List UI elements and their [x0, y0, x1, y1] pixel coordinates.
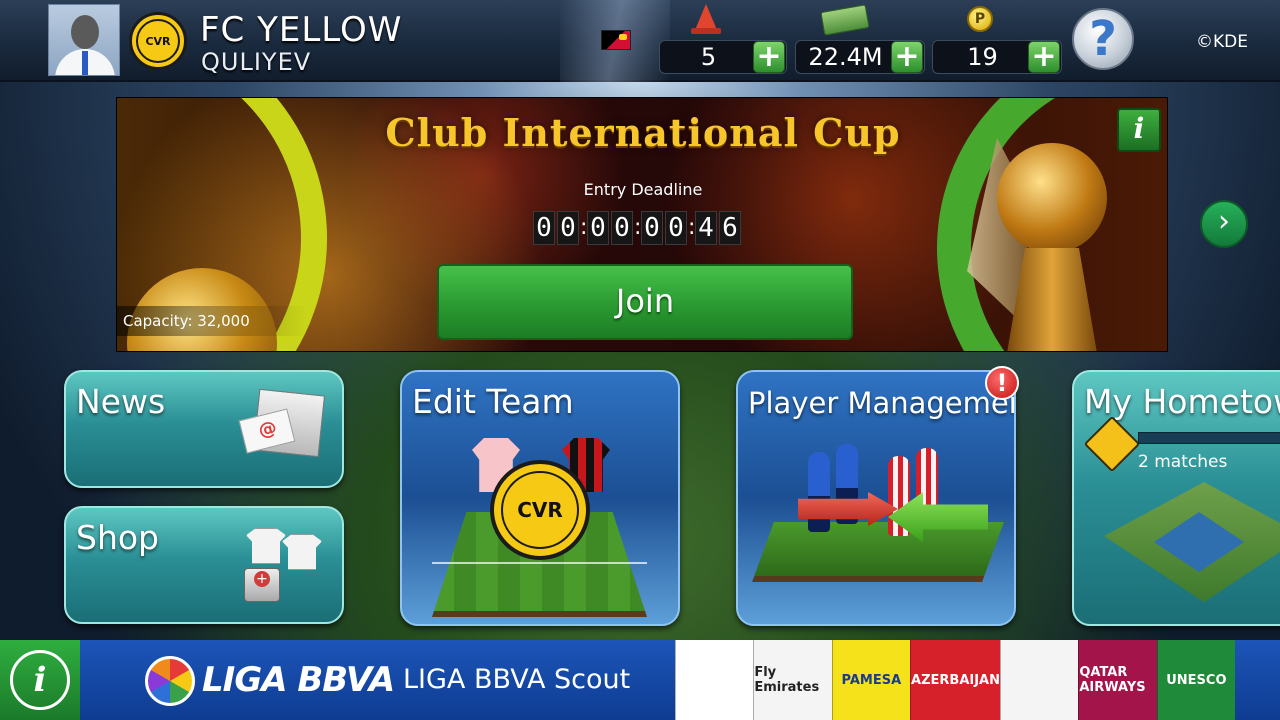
info-icon: i [10, 650, 70, 710]
club-crest-icon[interactable]: CVR [129, 12, 187, 70]
pitch-line [432, 562, 647, 564]
coin-symbol: P [967, 6, 993, 32]
timer-digit: 0 [533, 211, 555, 245]
matches-remaining: 2 matches [1138, 452, 1228, 472]
timer-digit: 0 [587, 211, 609, 245]
cone-shape [695, 4, 717, 30]
shop-tile[interactable]: Shop [64, 506, 344, 624]
club-kit-image: UNESCO [1156, 640, 1236, 720]
club-kit-image [675, 640, 754, 720]
timer-digit: 0 [641, 211, 663, 245]
player-management-tile[interactable]: Player Management [736, 370, 1016, 626]
edit-team-label: Edit Team [412, 382, 574, 421]
cone-icon [691, 4, 721, 34]
hometown-progress-bar [1138, 432, 1280, 444]
copyright-text: ©KDE [1196, 32, 1248, 52]
news-tile[interactable]: News [64, 370, 344, 488]
shirt-icon [246, 528, 286, 564]
timer-digit: 0 [611, 211, 633, 245]
shirt-icon [282, 534, 322, 570]
timer-separator: : [580, 215, 588, 240]
construction-sign-icon [1083, 415, 1141, 473]
cash-shape [820, 4, 870, 36]
news-label: News [76, 382, 166, 421]
hometown-tile[interactable]: My Hometown 2 matches [1072, 370, 1280, 626]
cash-counter: 22.4M + [795, 40, 925, 74]
banner-next-arrow-icon[interactable]: › [1200, 200, 1248, 248]
club-kit-image: PAMESA [831, 640, 911, 720]
cones-value: 5 [700, 43, 717, 71]
avatar-tie [82, 51, 88, 75]
club-kit-image: QATAR AIRWAYS [1078, 640, 1157, 720]
help-button[interactable]: ? [1072, 8, 1134, 70]
liga-bbva-wordmark: LIGA BBVA [202, 660, 395, 700]
points-counter: 19 + [932, 40, 1062, 74]
player-management-label: Player Management [748, 386, 1016, 420]
player-figure-icon [808, 452, 830, 532]
club-name: FC YELLOW [200, 10, 403, 50]
club-kit-image [1000, 640, 1079, 720]
scout-label: LIGA BBVA Scout [403, 664, 631, 695]
timer-separator: : [688, 215, 696, 240]
shop-label: Shop [76, 518, 159, 557]
add-cones-button[interactable]: + [753, 41, 785, 73]
avatar-head [71, 15, 99, 49]
event-title: Club International Cup [385, 110, 901, 155]
add-cash-button[interactable]: + [891, 41, 923, 73]
hometown-label: My Hometown [1084, 382, 1280, 421]
club-crest-text: CVR [136, 19, 180, 63]
cones-counter: 5 + [659, 40, 787, 74]
shop-icon [236, 528, 331, 608]
liga-bbva-logo-icon [145, 656, 195, 706]
club-kits-strip: Fly Emirates PAMESA AZERBAIJAN QATAR AIRWAY… [675, 640, 1236, 720]
alert-badge-icon: ! [985, 366, 1019, 400]
edit-team-tile[interactable]: Edit Team CVR [400, 370, 680, 626]
manager-name: QULIYEV [201, 48, 312, 76]
points-value: 19 [967, 43, 998, 71]
timer-digit: 0 [557, 211, 579, 245]
country-flag-icon [601, 30, 631, 50]
event-info-button[interactable]: i [1117, 108, 1161, 152]
transfer-platform [752, 522, 1004, 582]
timer-digit: 4 [695, 211, 717, 245]
newspaper-icon [238, 388, 326, 466]
medical-case-icon [244, 568, 280, 602]
manager-avatar[interactable] [48, 4, 120, 76]
add-points-button[interactable]: + [1028, 41, 1060, 73]
event-banner[interactable]: Club International Cup Entry Deadline 0 … [116, 97, 1168, 352]
scout-banner[interactable]: i LIGA BBVA LIGA BBVA Scout Fly Emirates… [0, 640, 1280, 720]
club-kit-image: Fly Emirates [753, 640, 832, 720]
club-kit-image: AZERBAIJAN [910, 640, 1000, 720]
timer-digit: 6 [719, 211, 741, 245]
timer-digit: 0 [665, 211, 687, 245]
cash-value: 22.4M [808, 43, 883, 71]
cash-icon [820, 4, 870, 36]
timer-separator: : [634, 215, 642, 240]
cone-base [691, 28, 721, 34]
scout-info-button[interactable]: i [0, 640, 80, 720]
entry-deadline-label: Entry Deadline [583, 180, 703, 199]
join-button[interactable]: Join [437, 264, 853, 340]
team-crest-icon: CVR [490, 460, 590, 560]
capacity-label: Capacity: 32,000 [117, 306, 307, 336]
top-bar: CVR FC YELLOW QULIYEV 5 + 22.4M + P 19 +… [0, 0, 1280, 82]
team-crest-text: CVR [501, 471, 579, 549]
countdown-timer: 0 0 : 0 0 : 0 0 : 4 6 [532, 210, 742, 246]
coin-icon: P [967, 6, 993, 32]
